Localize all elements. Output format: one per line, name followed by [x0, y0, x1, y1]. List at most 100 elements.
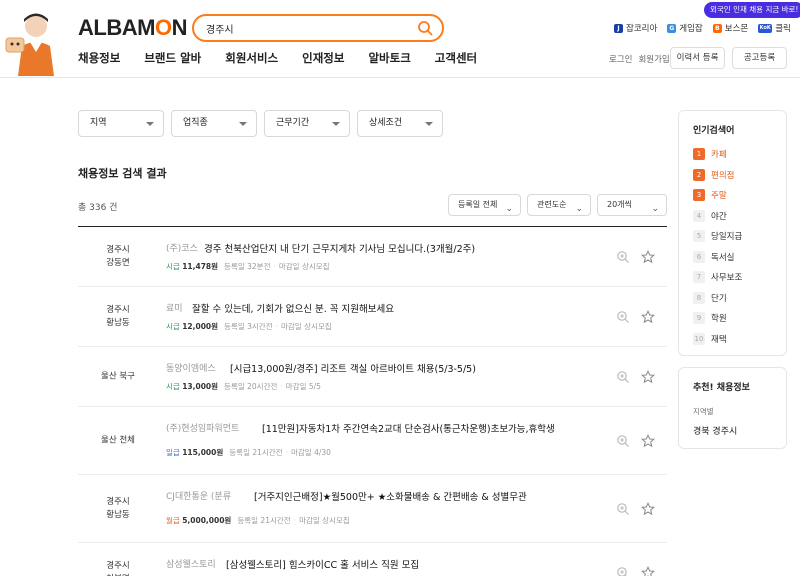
pay-type-label: 일급 [166, 448, 180, 457]
filter-period-select[interactable]: 근무기간 [264, 110, 350, 137]
separator-dot: · [293, 516, 297, 525]
star-bookmark-icon[interactable] [641, 309, 655, 324]
nav-item-brand[interactable]: 브랜드 알바 [144, 50, 201, 66]
partner-link-gamejob[interactable]: G 게임잡 [667, 22, 703, 34]
job-listing-row[interactable]: 경주시 천북면 삼성웰스토리 [삼성웰스토리] 힘스카이CC 홀 서비스 직원 모집… [78, 543, 667, 576]
job-title-link[interactable]: [삼성웰스토리] 힘스카이CC 홀 서비스 직원 모집 [226, 557, 419, 571]
zoom-preview-icon[interactable] [616, 502, 630, 516]
results-total-count: 총 336 건 [78, 203, 118, 213]
company-name[interactable]: 료미 [166, 301, 183, 314]
site-header: ALBAMON 외국인 인재 채용 지금 바로! J잡코리아 G게임잡 B보스몬… [0, 0, 800, 78]
job-location: 경주시 강동면 [106, 244, 130, 268]
foreign-talent-promo-badge[interactable]: 외국인 인재 채용 지금 바로! [704, 2, 800, 18]
filter-region-select[interactable]: 지역 [78, 110, 164, 137]
popular-keyword-item[interactable]: 6 독서실 [693, 250, 735, 263]
job-listing-row[interactable]: 경주시 황남동 료미 잘할 수 있는데, 기회가 없으신 분. 꼭 지원해보세요 시급… [78, 287, 667, 347]
nav-item-jobs[interactable]: 채용정보 [78, 50, 120, 66]
keyword-label: 단기 [711, 293, 727, 304]
gamejob-icon: G [667, 23, 677, 33]
star-bookmark-icon[interactable] [641, 501, 655, 516]
nav-item-talent[interactable]: 인재정보 [302, 50, 344, 66]
keyword-label: 편의점 [711, 170, 735, 181]
job-listing-row[interactable]: 울산 전체 (주)현성임파워먼트 [11만원]자동차1차 주간연속2교대 단순검사(… [78, 407, 667, 475]
filter-category-select[interactable]: 업직종 [171, 110, 257, 137]
job-listing-row[interactable]: 울산 북구 동양이엠에스 [시급13,000원/경주] 리조트 객실 아르바이트 채… [78, 347, 667, 407]
zoom-preview-icon[interactable] [616, 250, 630, 264]
search-icon[interactable] [417, 20, 433, 36]
star-bookmark-icon[interactable] [641, 249, 655, 264]
login-link[interactable]: 로그인 [609, 53, 632, 65]
job-title-link[interactable]: 경주 천북산업단지 내 단기 근무지게차 기사님 모십니다.(3개월/2주) [204, 241, 475, 255]
keyword-label: 독서실 [711, 252, 735, 263]
popular-keyword-item[interactable]: 5 당일지급 [693, 230, 742, 242]
zoom-preview-icon[interactable] [616, 310, 630, 324]
resume-register-button[interactable]: 이력서 등록 [670, 47, 725, 69]
jobkorea-icon: J [614, 23, 623, 33]
partner-link-click[interactable]: KoK 클릭 [758, 22, 791, 34]
albamon-logo[interactable]: ALBAMON [78, 15, 187, 41]
zoom-preview-icon[interactable] [616, 370, 630, 384]
job-title-link[interactable]: [거주지인근배정]★월500만+ ★소화물배송 & 간편배송 & 성별무관 [254, 489, 527, 503]
company-name[interactable]: 삼성웰스토리 [166, 557, 216, 570]
job-post-button[interactable]: 공고등록 [732, 47, 787, 69]
job-meta: 월급 5,000,000원 등록일 21시간전 · 마감일 상시모집 [166, 515, 350, 526]
main-nav: 채용정보 브랜드 알바 회원서비스 인재정보 알바토크 고객센터 [78, 50, 501, 66]
keyword-rank-badge: 1 [693, 148, 705, 160]
job-title-link[interactable]: 잘할 수 있는데, 기회가 없으신 분. 꼭 지원해보세요 [192, 301, 394, 315]
popular-keyword-item[interactable]: 7 사무보조 [693, 271, 742, 283]
page-size-select[interactable]: 20개씩 ⌄ [597, 194, 667, 216]
popular-keyword-item[interactable]: 1 카페 [693, 148, 727, 160]
partner-link-jobkorea[interactable]: J 잡코리아 [614, 22, 657, 34]
company-name[interactable]: (주)코스 [166, 241, 198, 254]
job-title-link[interactable]: [11만원]자동차1차 주간연속2교대 단순검사(통근차운행)초보가능,휴학생 [262, 421, 555, 435]
search-input[interactable] [206, 20, 406, 36]
keyword-label: 당일지급 [711, 232, 743, 242]
star-bookmark-icon[interactable] [641, 433, 655, 448]
caret-down-icon [332, 122, 340, 126]
popular-keyword-item[interactable]: 9 학원 [693, 312, 727, 324]
keyword-rank-badge: 8 [693, 291, 705, 304]
job-meta: 일급 115,000원 등록일 21시간전 · 마감일 4/30 [166, 447, 331, 458]
signup-link[interactable]: 회원가입 [638, 53, 669, 65]
partner-links: J 잡코리아 G 게임잡 B 보스몬 KoK 클릭 [614, 22, 791, 34]
keyword-rank-badge: 9 [693, 312, 705, 324]
partner-link-bossmon[interactable]: B 보스몬 [712, 22, 748, 34]
nav-item-talk[interactable]: 알바토크 [368, 50, 410, 66]
popular-keyword-item[interactable]: 2 편의점 [693, 168, 735, 181]
popular-keyword-item[interactable]: 4 야간 [693, 209, 727, 222]
region-value-link[interactable]: 경북 경주시 [693, 424, 737, 437]
job-title-link[interactable]: [시급13,000원/경주] 리조트 객실 아르바이트 채용(5/3-5/5) [230, 361, 476, 375]
keyword-label: 카페 [711, 150, 727, 160]
separator-dot: · [275, 322, 278, 331]
job-location: 경주시 황남동 [106, 496, 130, 520]
sort-date-select[interactable]: 등록일 전체 ⌄ [448, 194, 521, 216]
nav-item-support[interactable]: 고객센터 [435, 50, 477, 66]
keyword-rank-badge: 5 [693, 230, 705, 242]
company-name[interactable]: CJ대한통운 (분류 [166, 489, 231, 502]
mascot-banner-image[interactable] [4, 8, 68, 76]
click-icon: KoK [758, 23, 773, 33]
sort-relevance-select[interactable]: 관련도순 ⌄ [527, 194, 591, 216]
caret-down-icon [425, 122, 433, 126]
zoom-preview-icon[interactable] [616, 566, 630, 576]
popular-keyword-item[interactable]: 3 주말 [693, 189, 727, 201]
star-bookmark-icon[interactable] [641, 369, 655, 384]
caret-down-icon [239, 122, 247, 126]
recommended-jobs-title: 추천! 채용정보 [693, 383, 750, 393]
popular-keyword-item[interactable]: 8 단기 [693, 291, 727, 304]
popular-keyword-item[interactable]: 10 재택 [693, 332, 727, 345]
job-listing-row[interactable]: 경주시 강동면 (주)코스 경주 천북산업단지 내 단기 근무지게차 기사님 모십니… [78, 227, 667, 287]
company-name[interactable]: (주)현성임파워먼트 [166, 421, 239, 434]
job-location: 울산 북구 [101, 371, 135, 381]
pay-amount: 13,000원 [182, 382, 219, 391]
star-bookmark-icon[interactable] [641, 565, 655, 576]
keyword-label: 야간 [711, 211, 727, 222]
registered-time: 등록일 21시간전 [229, 448, 283, 457]
separator-dot: · [285, 448, 288, 457]
job-listing-row[interactable]: 경주시 황남동 CJ대한통운 (분류 [거주지인근배정]★월500만+ ★소화물배송… [78, 475, 667, 543]
company-name[interactable]: 동양이엠에스 [166, 361, 216, 374]
nav-item-member-service[interactable]: 회원서비스 [225, 50, 278, 66]
filter-detail-select[interactable]: 상세조건 [357, 110, 443, 137]
zoom-preview-icon[interactable] [616, 434, 630, 448]
job-location: 경주시 황남동 [106, 304, 130, 328]
